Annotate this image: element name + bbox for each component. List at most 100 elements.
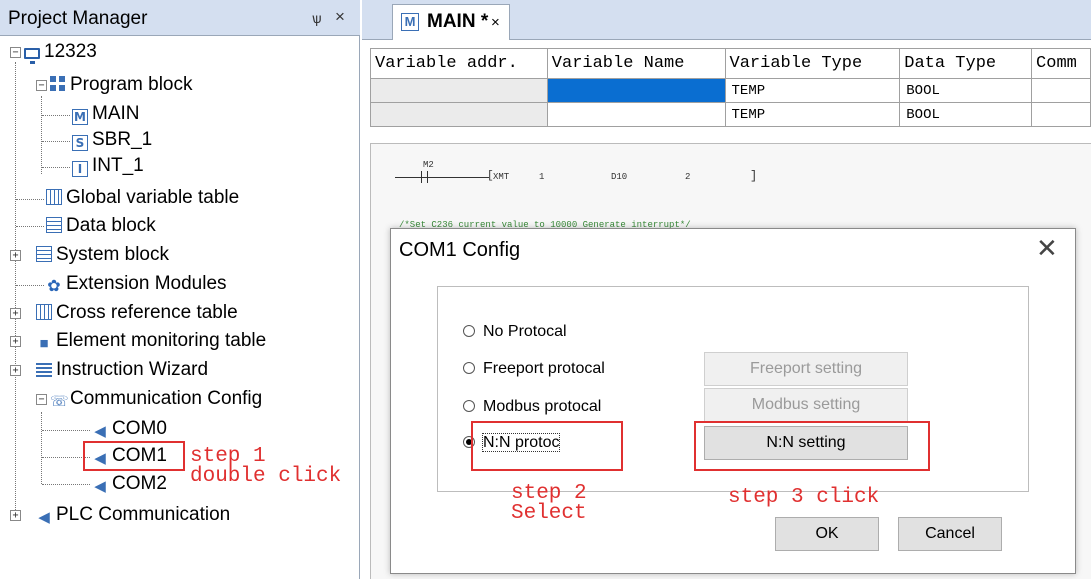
contact-bar bbox=[421, 171, 422, 183]
instruction-name: XMT bbox=[493, 172, 510, 182]
expand-icon[interactable]: + bbox=[10, 250, 21, 261]
tree-item-label: Instruction Wizard bbox=[56, 359, 209, 380]
radio-label: Modbus protocal bbox=[483, 398, 602, 415]
tab-label: MAIN * bbox=[427, 11, 489, 32]
tree-guide-line bbox=[16, 199, 44, 200]
port-icon: ◀ bbox=[94, 423, 106, 440]
collapse-icon[interactable]: − bbox=[10, 47, 21, 58]
tree-item-label: SBR_1 bbox=[92, 129, 153, 150]
variable-table: Variable addr. Variable Name Variable Ty… bbox=[370, 48, 1091, 127]
tree-item-label: Element monitoring table bbox=[56, 330, 267, 351]
communication-icon: ☏ bbox=[50, 393, 69, 410]
tree-item-cross-reference-table[interactable]: + Cross reference table bbox=[10, 300, 238, 326]
step2-annotation: step 2 Select bbox=[511, 482, 587, 525]
collapse-icon[interactable]: − bbox=[36, 394, 47, 405]
subroutine-icon: S bbox=[72, 135, 88, 151]
expand-icon[interactable]: + bbox=[10, 308, 21, 319]
tree-item-main[interactable]: M MAIN bbox=[72, 101, 140, 127]
tree-guide-line bbox=[16, 285, 44, 286]
expand-icon[interactable]: + bbox=[10, 336, 21, 347]
step1-highlight-box bbox=[83, 441, 185, 471]
radio-circle-icon[interactable] bbox=[463, 362, 475, 374]
cancel-button[interactable]: Cancel bbox=[898, 517, 1002, 551]
tree-item-instruction-wizard[interactable]: + Instruction Wizard bbox=[10, 357, 208, 383]
tree-guide-line bbox=[41, 412, 42, 484]
radio-freeport-protocol[interactable]: Freeport protocal bbox=[463, 358, 605, 380]
tree-item-extension-modules[interactable]: ✿ Extension Modules bbox=[46, 271, 226, 297]
rung-line bbox=[395, 177, 489, 178]
radio-modbus-protocol[interactable]: Modbus protocal bbox=[463, 396, 601, 418]
step3-highlight-box bbox=[694, 421, 930, 471]
tree-item-label: Data block bbox=[66, 215, 156, 236]
instruction-arg: 1 bbox=[539, 172, 545, 182]
tree-guide-line bbox=[42, 167, 70, 168]
wizard-icon bbox=[36, 361, 52, 377]
tree-item-sbr-1[interactable]: S SBR_1 bbox=[72, 127, 152, 153]
expand-icon[interactable]: + bbox=[10, 510, 21, 521]
tree-item-label: INT_1 bbox=[92, 155, 144, 176]
table-cell[interactable]: BOOL bbox=[899, 102, 1033, 127]
tree-item-element-monitoring-table[interactable]: + ■ Element monitoring table bbox=[10, 328, 266, 354]
collapse-icon[interactable]: − bbox=[36, 80, 47, 91]
close-panel-icon[interactable]: × bbox=[335, 7, 345, 27]
table-cell[interactable] bbox=[1031, 102, 1091, 127]
table-cell[interactable]: TEMP bbox=[724, 78, 901, 103]
instruction-arg: D10 bbox=[611, 172, 628, 182]
column-header[interactable]: Variable Name bbox=[546, 48, 726, 79]
tree-item-system-block[interactable]: + System block bbox=[10, 242, 169, 268]
computer-icon bbox=[24, 48, 40, 64]
table-cell[interactable] bbox=[1031, 78, 1091, 103]
table-row: TEMP BOOL bbox=[370, 78, 1091, 103]
instruction-close-bracket: ] bbox=[750, 169, 758, 183]
table-cell-selected[interactable] bbox=[546, 78, 726, 103]
modbus-setting-button[interactable]: Modbus setting bbox=[704, 388, 908, 422]
tree-item-communication-config[interactable]: − ☏Communication Config bbox=[36, 386, 262, 412]
port-icon: ◀ bbox=[38, 509, 50, 526]
tree-guide-line bbox=[16, 226, 44, 227]
table-header-row: Variable addr. Variable Name Variable Ty… bbox=[370, 48, 1091, 79]
close-icon[interactable]: ✕ bbox=[1036, 233, 1058, 264]
main-program-icon: M bbox=[72, 109, 88, 125]
ok-button[interactable]: OK bbox=[775, 517, 879, 551]
tree-item-label: COM2 bbox=[112, 473, 167, 494]
radio-no-protocol[interactable]: No Protocal bbox=[463, 321, 567, 343]
tree-item-plc-communication[interactable]: + ◀ PLC Communication bbox=[10, 502, 230, 528]
main-program-icon: M bbox=[401, 13, 419, 31]
step3-annotation: step 3 click bbox=[728, 486, 880, 509]
table-cell[interactable]: TEMP bbox=[724, 102, 901, 127]
tab-main[interactable]: M MAIN * × bbox=[392, 4, 510, 40]
tree-guide-line bbox=[42, 115, 70, 116]
tree-guide-line bbox=[41, 96, 42, 174]
table-cell[interactable] bbox=[370, 78, 548, 103]
tree-item-data-block[interactable]: Data block bbox=[46, 213, 156, 239]
port-icon: ◀ bbox=[94, 478, 106, 495]
pin-icon[interactable]: ѱ bbox=[312, 10, 322, 26]
close-tab-icon[interactable]: × bbox=[491, 14, 500, 31]
freeport-setting-button[interactable]: Freeport setting bbox=[704, 352, 908, 386]
tree-item-project-root[interactable]: − 12323 bbox=[10, 39, 97, 65]
table-cell[interactable] bbox=[546, 102, 726, 127]
radio-circle-icon[interactable] bbox=[463, 325, 475, 337]
radio-label: No Protocal bbox=[483, 323, 567, 340]
column-header[interactable]: Comm bbox=[1031, 48, 1091, 79]
chart-table-icon bbox=[46, 189, 62, 205]
tree-item-program-block[interactable]: − Program block bbox=[36, 72, 193, 98]
tree-item-label: Global variable table bbox=[66, 187, 240, 208]
table-cell[interactable]: BOOL bbox=[899, 78, 1033, 103]
column-header[interactable]: Variable addr. bbox=[370, 48, 548, 79]
tree-item-label: 12323 bbox=[44, 41, 97, 62]
tree-item-com2[interactable]: ◀ COM2 bbox=[92, 471, 167, 497]
tree-item-label: Program block bbox=[70, 74, 193, 95]
radio-circle-icon[interactable] bbox=[463, 400, 475, 412]
tree-item-global-variable-table[interactable]: Global variable table bbox=[46, 185, 239, 211]
column-header[interactable]: Variable Type bbox=[724, 48, 901, 79]
program-block-icon bbox=[50, 76, 66, 92]
expand-icon[interactable]: + bbox=[10, 365, 21, 376]
project-manager-header: Project Manager ѱ × bbox=[0, 0, 360, 36]
table-cell[interactable] bbox=[370, 102, 548, 127]
tree-item-int-1[interactable]: I INT_1 bbox=[72, 153, 144, 179]
tree-guide-line bbox=[42, 484, 90, 485]
tree-item-com0[interactable]: ◀ COM0 bbox=[92, 416, 167, 442]
contact-bar bbox=[427, 171, 428, 183]
column-header[interactable]: Data Type bbox=[899, 48, 1033, 79]
